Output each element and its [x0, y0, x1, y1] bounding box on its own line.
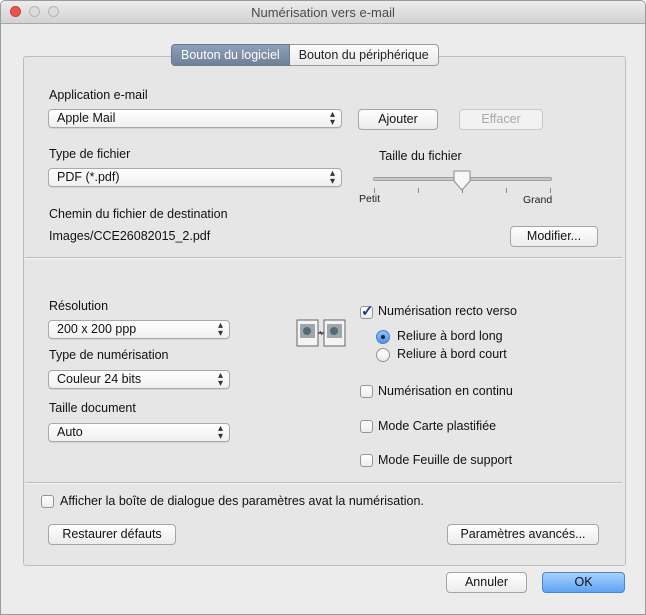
continuous-checkbox[interactable] [360, 385, 373, 398]
slider-tick [506, 188, 507, 193]
tab-device-button[interactable]: Bouton du périphérique [289, 44, 439, 66]
file-size-slider-knob[interactable] [452, 170, 472, 192]
section-divider [25, 257, 622, 259]
show-settings-checkbox[interactable] [41, 495, 54, 508]
scan-type-label: Type de numérisation [49, 348, 169, 362]
cancel-button[interactable]: Annuler [446, 572, 527, 593]
short-edge-label: Reliure à bord court [397, 347, 507, 361]
carrier-mode-label: Mode Feuille de support [378, 453, 513, 467]
slider-min-label: Petit [359, 193, 381, 205]
card-mode-checkbox[interactable] [360, 420, 373, 433]
slider-tick [550, 188, 551, 193]
settings-panel [23, 56, 626, 566]
short-edge-radio[interactable] [376, 348, 390, 362]
slider-max-label: Grand [523, 194, 553, 206]
email-app-value: Apple Mail [57, 111, 116, 125]
section-divider [25, 482, 622, 484]
resolution-value: 200 x 200 ppp [57, 322, 137, 336]
restore-defaults-button[interactable]: Restaurer défauts [48, 524, 176, 545]
tab-bar: Bouton du logiciel Bouton du périphériqu… [171, 44, 439, 66]
duplex-label: Numérisation recto verso [378, 304, 517, 318]
card-mode-label: Mode Carte plastifiée [378, 419, 497, 433]
file-type-value: PDF (*.pdf) [57, 170, 120, 184]
advanced-settings-button[interactable]: Paramètres avancés... [447, 524, 599, 545]
slider-tick [418, 188, 419, 193]
scan-type-select[interactable]: Couleur 24 bits ▴ ▾ [48, 370, 230, 389]
clear-button: Effacer [459, 109, 543, 130]
doc-size-label: Taille document [49, 401, 136, 415]
checkmark-icon: ✓ [361, 303, 374, 320]
add-button[interactable]: Ajouter [358, 109, 438, 130]
scan-type-value: Couleur 24 bits [57, 372, 142, 386]
resolution-select[interactable]: 200 x 200 ppp ▴ ▾ [48, 320, 230, 339]
stepper-arrows-icon: ▴ ▾ [329, 168, 335, 187]
email-app-label: Application e-mail [49, 88, 148, 102]
ok-button[interactable]: OK [542, 572, 625, 593]
email-app-select[interactable]: Apple Mail ▴ ▾ [48, 109, 342, 128]
stepper-arrows-icon: ▴ ▾ [329, 109, 335, 128]
modify-button[interactable]: Modifier... [510, 226, 598, 247]
doc-size-select[interactable]: Auto ▴ ▾ [48, 423, 230, 442]
duplex-checkbox[interactable]: ✓ [360, 303, 374, 320]
file-type-label: Type de fichier [49, 147, 131, 161]
stepper-arrows-icon: ▴ ▾ [217, 370, 223, 389]
tab-software-button[interactable]: Bouton du logiciel [171, 44, 290, 66]
title-bar[interactable]: Numérisation vers e-mail [1, 1, 645, 24]
resolution-label: Résolution [49, 299, 109, 313]
doc-size-value: Auto [57, 425, 83, 439]
stepper-arrows-icon: ▴ ▾ [217, 320, 223, 339]
dialog-window: Numérisation vers e-mail Bouton du logic… [0, 0, 646, 615]
long-edge-label: Reliure à bord long [397, 329, 503, 343]
destination-path: Images/CCE26082015_2.pdf [49, 229, 211, 243]
stepper-arrows-icon: ▴ ▾ [217, 423, 223, 442]
duplex-scan-icon [296, 319, 346, 347]
radio-dot-icon [381, 335, 385, 339]
file-type-select[interactable]: PDF (*.pdf) ▴ ▾ [48, 168, 342, 187]
show-settings-label: Afficher la boîte de dialogue des paramè… [60, 494, 424, 508]
destination-label: Chemin du fichier de destination [49, 207, 228, 221]
carrier-mode-checkbox[interactable] [360, 454, 373, 467]
long-edge-radio[interactable] [376, 330, 390, 344]
file-size-label: Taille du fichier [379, 149, 462, 163]
continuous-label: Numérisation en continu [378, 384, 513, 398]
window-title: Numérisation vers e-mail [251, 5, 395, 20]
